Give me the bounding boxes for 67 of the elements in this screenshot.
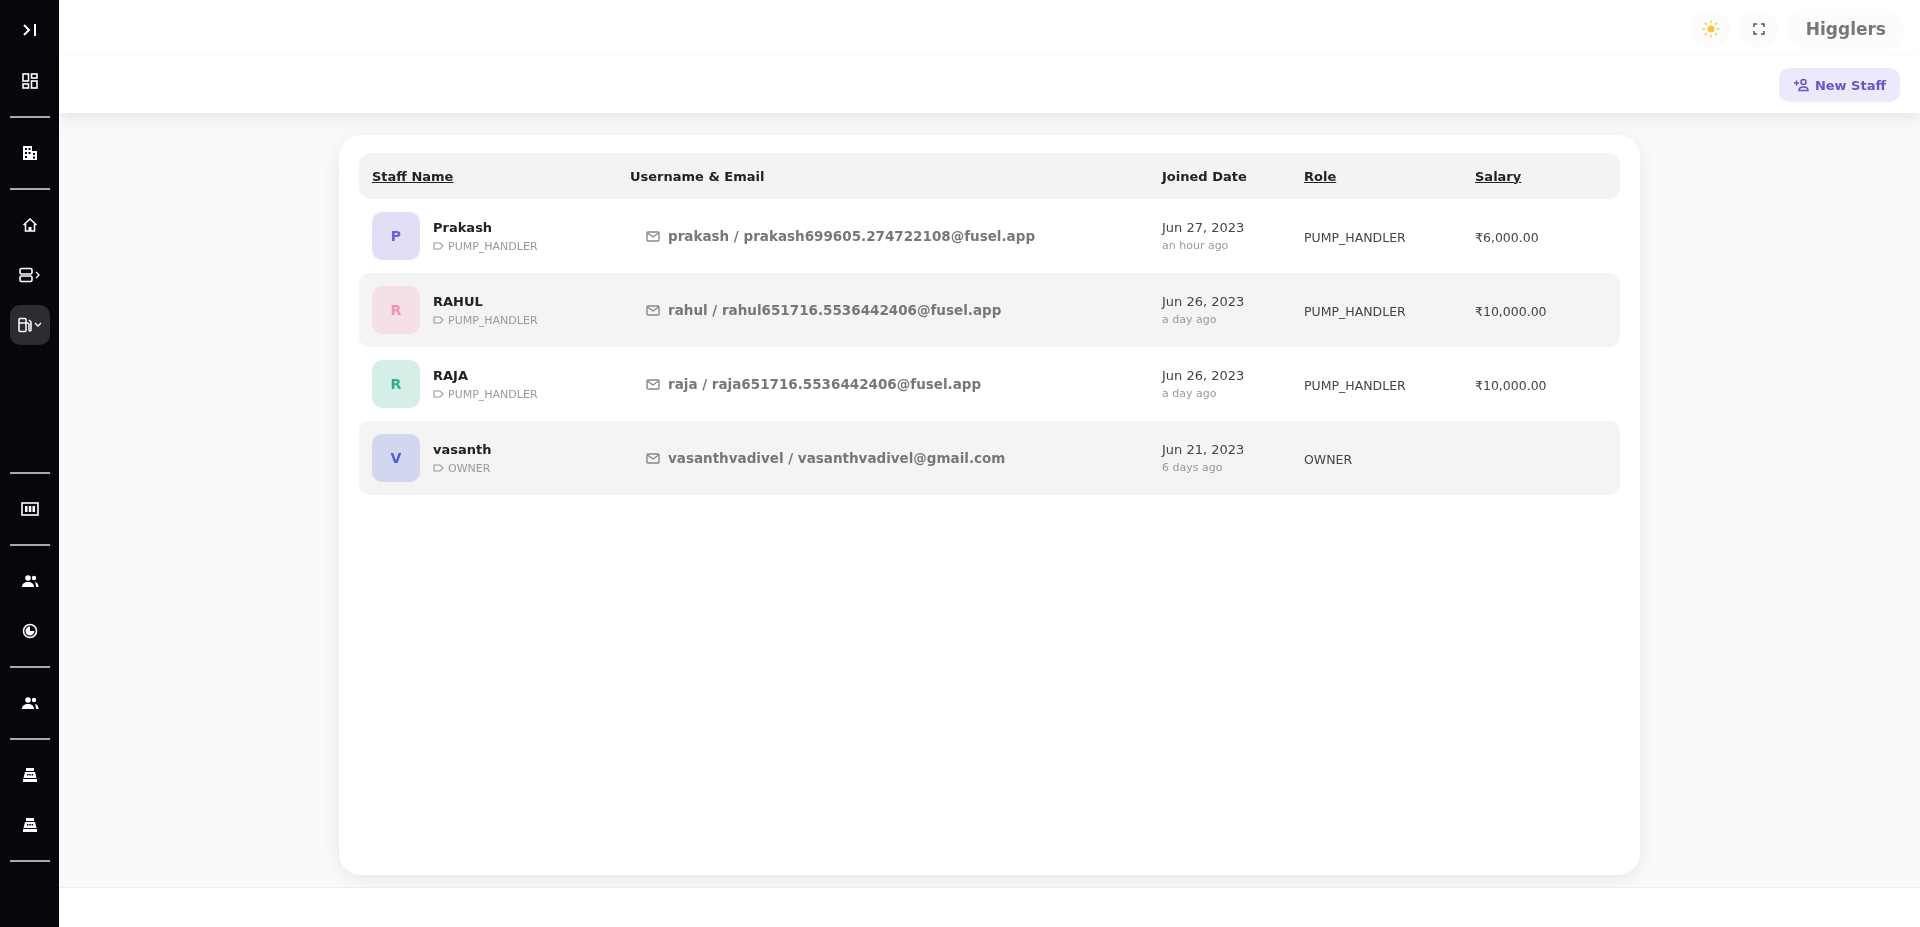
staff-name: Prakash [433,219,494,235]
username-email: vasanthvadivel / vasanthvadivel@gmail.com [668,450,1006,466]
tag-icon [433,242,444,250]
salary-text: ₹6,000.00 [1475,229,1539,245]
tag-icon [433,390,444,398]
username-email: prakash / prakash699605.274722108@fusel.app [668,228,1036,244]
sun-icon [1701,19,1720,38]
joined-date: Jun 27, 2023 [1162,220,1246,235]
fuel-nav-item[interactable] [9,305,50,345]
joined-date: Jun 26, 2023 [1162,368,1246,383]
mail-icon [646,452,660,464]
column-header: Username & Email [630,168,765,184]
role-text: PUMP_HANDLER [1304,377,1406,393]
add-user-icon [1792,78,1809,92]
counter-display-icon [20,502,39,516]
mail-icon [646,304,660,316]
role-tag: PUMP_HANDLER [448,239,538,253]
home-icon [21,217,38,233]
people-icon [20,696,39,710]
sortable-column-header[interactable]: Role [1304,168,1337,184]
new-staff-button[interactable]: New Staff [1778,68,1900,102]
avatar-initial: V [372,434,420,482]
avatar-initial: R [372,360,420,408]
role-text: PUMP_HANDLER [1304,303,1406,319]
mail-icon [646,378,660,390]
relative-time: an hour ago [1162,239,1230,252]
fullscreen-icon [1752,22,1765,35]
staff-name: RAJA [433,367,469,383]
column-header: Joined Date [1162,168,1247,184]
joined-date: Jun 26, 2023 [1162,294,1246,309]
collapse-icon [21,23,38,37]
salary-text: ₹10,000.00 [1475,303,1547,319]
role-text: PUMP_HANDLER [1304,229,1406,245]
role-text: OWNER [1304,451,1353,467]
fuel-pump-icon [17,317,32,333]
tag-icon [433,316,444,324]
people-icon [20,574,39,588]
username-email: raja / raja651716.5536442406@fusel.app [668,376,982,392]
table-row[interactable]: P Prakash PUMP_HANDLER prakash / prakash699605.274722108@fusel.app Jun 27, 2023 an hour ago PUMP_HANDLER ₹6,000.00 [359,199,1620,273]
joined-date: Jun 21, 2023 [1162,442,1246,457]
table-row-shaded[interactable]: R RAHUL PUMP_HANDLER rahul / rahul651716.5536442406@fusel.app Jun 26, 2023 a day ago PUMP_HANDLER ₹10,000.00 [359,273,1620,347]
chevron-down-icon [33,322,42,328]
sortable-column-header[interactable]: Salary [1475,168,1522,184]
staff-name: vasanth [433,441,492,457]
role-tag: PUMP_HANDLER [448,313,538,327]
cash-register-icon [21,817,38,833]
username-email: rahul / rahul651716.5536442406@fusel.app [668,302,1002,318]
dashboard-icon [21,73,38,89]
sortable-column-header[interactable]: Staff Name [372,168,454,184]
server-icon [18,267,33,283]
pie-chart-icon [21,623,38,639]
tag-icon [433,464,444,472]
avatar-initial: P [372,212,420,260]
cash-register-icon [21,767,38,783]
building-icon [21,145,38,161]
staff-name: RAHUL [433,293,484,309]
table-row[interactable]: R RAJA PUMP_HANDLER raja / raja651716.5536442406@fusel.app Jun 26, 2023 a day ago PUMP_HANDLER ₹10,000.00 [359,347,1620,421]
table-row-shaded[interactable]: V vasanth OWNER vasanthvadivel / vasanthvadivel@gmail.com Jun 21, 2023 6 days ago OWNER [359,421,1620,495]
chevron-right-icon [34,271,41,279]
avatar-initial: R [372,286,420,334]
role-tag: PUMP_HANDLER [448,387,538,401]
role-tag: OWNER [448,461,491,475]
salary-text: ₹10,000.00 [1475,377,1547,393]
mail-icon [646,230,660,242]
relative-time: a day ago [1162,387,1218,400]
relative-time: a day ago [1162,313,1218,326]
relative-time: 6 days ago [1162,461,1224,474]
